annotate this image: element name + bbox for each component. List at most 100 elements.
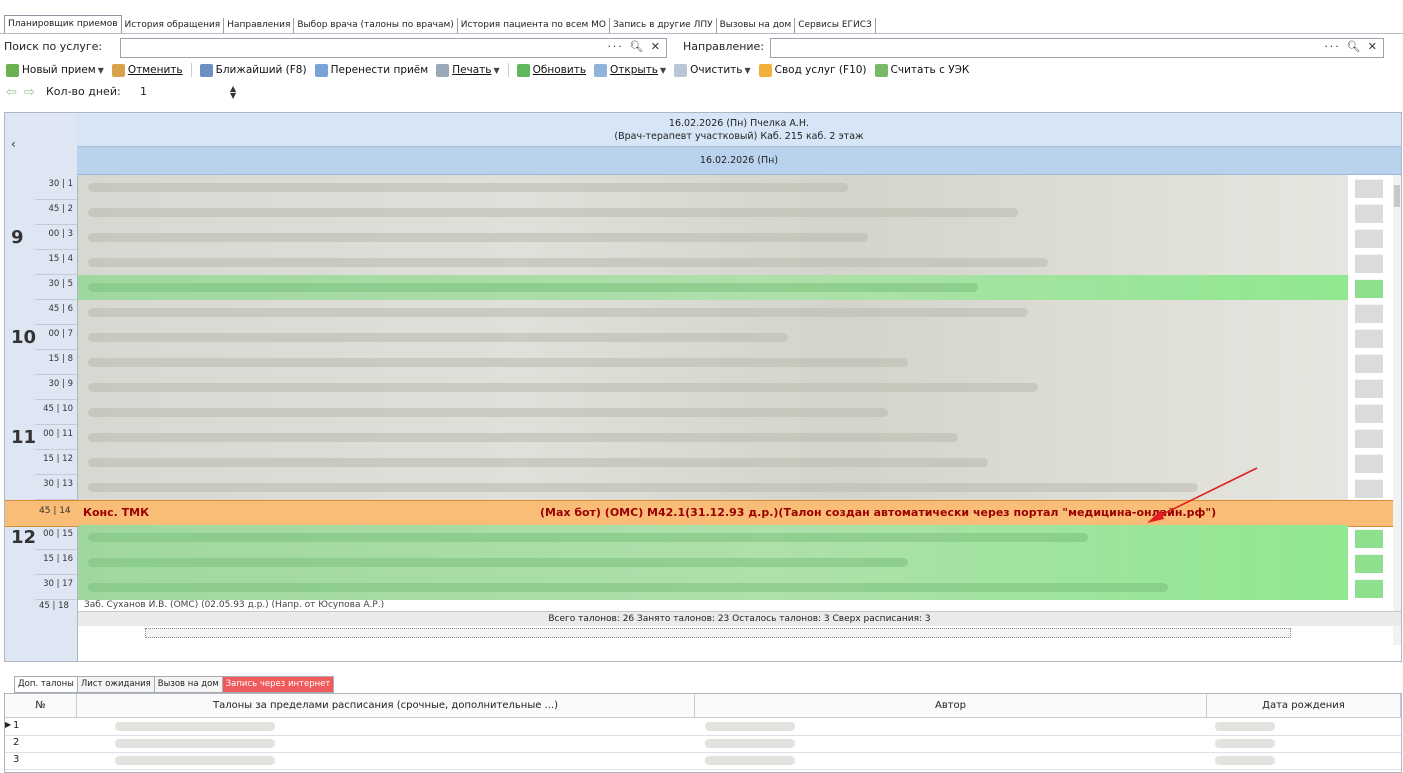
redacted-text (88, 583, 1168, 592)
scrollbar-thumb[interactable] (1394, 185, 1400, 207)
time-slot: 9 00 | 3 (5, 225, 77, 250)
redacted-text (88, 258, 1048, 267)
new-appointment-button[interactable]: Новый прием ▼ (6, 63, 104, 77)
bottom-tab-strip: Доп. талоны Лист ожидания Вызов на дом Запи… (14, 676, 335, 693)
appointment-row[interactable] (78, 525, 1348, 550)
redacted-text (705, 722, 795, 731)
slot-minute-number: 00 | 11 (43, 429, 73, 439)
read-uek-button[interactable]: Считать с УЭК (874, 63, 969, 77)
arrow-right-icon[interactable]: ⇨ (24, 85, 35, 100)
close-icon[interactable]: ✕ (651, 40, 662, 53)
slot-status-tab (1355, 304, 1383, 323)
tab-6[interactable]: Запись в другие ЛПУ (610, 18, 717, 33)
direction-field-icons: ··· 🔍︎ ✕ (1324, 40, 1379, 53)
slot-number: 4 (67, 254, 73, 264)
search-icon[interactable]: 🔍︎ (1346, 40, 1362, 53)
horizontal-scrollbar[interactable] (145, 628, 1291, 638)
slot-minute-number: 15 | 12 (43, 454, 73, 464)
vertical-scrollbar[interactable] (1393, 175, 1401, 645)
slot-minute-number: 45 | 6 (48, 304, 73, 314)
toolbar: Новый прием ▼ Отменить Ближайший (F8) Пер… (0, 60, 1403, 80)
time-slot: 30 | 17 (5, 575, 77, 600)
table-row[interactable]: 2 (5, 735, 1401, 753)
direction-input[interactable]: ··· 🔍︎ ✕ (770, 38, 1384, 58)
appointment-row[interactable] (78, 325, 1348, 350)
slot-minute-number: 30 | 1 (48, 179, 73, 189)
time-slot: 30 | 9 (5, 375, 77, 400)
slot-minute: 15 (48, 254, 60, 264)
slot-minute: 00 (48, 229, 60, 239)
column-header[interactable]: № (5, 694, 77, 718)
bottom-tab-4[interactable]: Запись через интернет (222, 676, 335, 693)
slot-minute: 30 (43, 479, 54, 489)
refresh-button[interactable]: Обновить (516, 63, 586, 77)
service-search-input[interactable]: ··· 🔍︎ ✕ (120, 38, 667, 58)
print-button[interactable]: Печать ▼ (436, 63, 500, 77)
bottom-tab-2[interactable]: Лист ожидания (77, 676, 155, 693)
services-summary-button[interactable]: Свод услуг (F10) (758, 63, 867, 77)
highlight-details: (Max бот) (ОМС) М42.1(31.12.93 д.р.)(Тал… (540, 506, 1217, 519)
redacted-text (88, 458, 988, 467)
move-appointment-button[interactable]: Перенести приём (314, 63, 428, 77)
appointment-row[interactable] (78, 425, 1348, 450)
tab-8[interactable]: Сервисы ЕГИСЗ (795, 18, 876, 33)
highlight-type: Конс. ТМК (83, 506, 150, 519)
appointment-row[interactable] (78, 550, 1348, 575)
slot-number: 10 (62, 404, 73, 414)
slot-minute-number: 15 | 16 (43, 554, 73, 564)
open-icon (594, 63, 608, 77)
open-button[interactable]: Открыть ▼ (594, 63, 666, 77)
time-slot: 30 | 13 (5, 475, 77, 500)
appointment-row[interactable] (78, 375, 1348, 400)
appointment-row[interactable] (78, 200, 1348, 225)
time-slot: 15 | 12 (5, 450, 77, 475)
collapse-left-icon[interactable]: ‹ (11, 137, 16, 151)
tab-7[interactable]: Вызовы на дом (717, 18, 796, 33)
nearest-button[interactable]: Ближайший (F8) (199, 63, 307, 77)
appointment-row[interactable] (78, 350, 1348, 375)
appointment-row[interactable] (78, 575, 1348, 600)
direction-label: Направление: (683, 40, 765, 53)
appointment-row[interactable] (78, 250, 1348, 275)
column-header[interactable]: Автор (695, 694, 1207, 718)
table-row[interactable]: 3 (5, 752, 1401, 770)
cancel-button[interactable]: Отменить (111, 63, 183, 77)
new-appointment-icon (6, 63, 19, 77)
slot-minute: 00 (48, 329, 60, 339)
appointment-row[interactable] (78, 275, 1348, 300)
slot-number: 5 (67, 279, 73, 289)
doctor-header: 16.02.2026 (Пн) Пчелка А.Н. (Врач-терапе… (77, 113, 1401, 147)
days-spinner[interactable]: ▲ ▼ (230, 85, 236, 100)
bottom-tab-3[interactable]: Вызов на дом (154, 676, 223, 693)
tab-2[interactable]: История обращения (122, 18, 225, 33)
days-row: ⇦ ⇨ Кол-во дней: 1 ▲ ▼ (0, 82, 400, 102)
tab-1[interactable]: Планировщик приемов (4, 15, 122, 33)
slot-status-tab (1355, 229, 1383, 248)
tab-4[interactable]: Выбор врача (талоны по врачам) (294, 18, 458, 33)
appointment-row[interactable] (78, 400, 1348, 425)
arrow-left-icon[interactable]: ⇦ (6, 85, 17, 100)
schedule-grid: ‹ 16.02.2026 (Пн) Пчелка А.Н. (Врач-тера… (4, 112, 1402, 662)
slot-number: 2 (67, 204, 73, 214)
appointment-row[interactable] (78, 175, 1348, 200)
appointment-row[interactable] (78, 300, 1348, 325)
slot-minute-number: 15 | 8 (48, 354, 73, 364)
clear-button[interactable]: Очистить ▼ (674, 63, 751, 77)
close-icon[interactable]: ✕ (1368, 40, 1379, 53)
tab-3[interactable]: Направления (224, 18, 295, 33)
slot-status-tab (1355, 204, 1383, 223)
clear-label: Очистить (690, 64, 743, 76)
search-icon[interactable]: 🔍︎ (629, 40, 645, 53)
days-count-value[interactable]: 1 (140, 85, 147, 98)
column-header[interactable]: Дата рождения (1207, 694, 1401, 718)
slot-status-tab (1355, 329, 1383, 348)
slot-number: 7 (67, 329, 73, 339)
column-header[interactable]: Талоны за пределами расписания (срочные,… (77, 694, 695, 718)
redacted-text (88, 483, 1198, 492)
redacted-text (88, 233, 868, 242)
appointment-row[interactable] (78, 225, 1348, 250)
table-row[interactable]: ▶ 1 (5, 718, 1401, 736)
bottom-tab-1[interactable]: Доп. талоны (14, 676, 78, 693)
tab-5[interactable]: История пациента по всем МО (458, 18, 611, 33)
slot-minute: 30 (48, 279, 60, 289)
